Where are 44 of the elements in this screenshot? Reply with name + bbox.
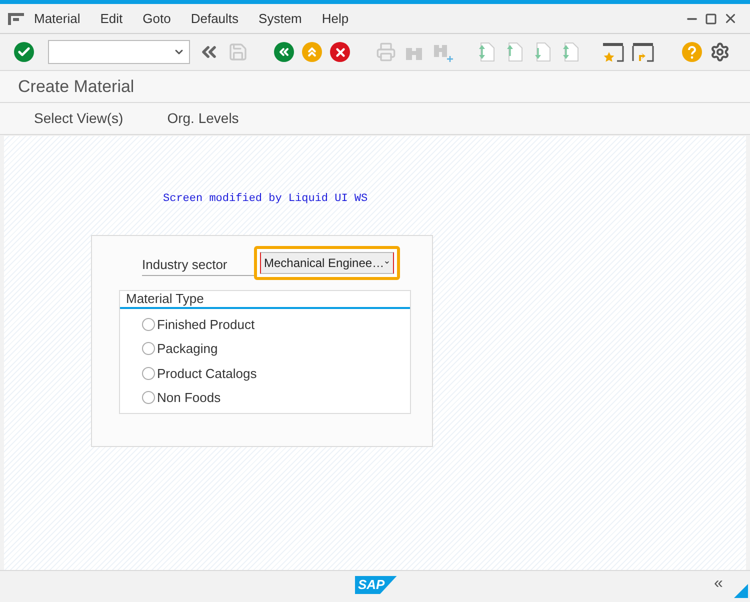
- help-icon[interactable]: [682, 42, 702, 62]
- command-field[interactable]: [48, 40, 190, 64]
- group-title: Material Type: [120, 290, 410, 308]
- menu-item[interactable]: Edit: [100, 8, 123, 28]
- next-page-icon[interactable]: [532, 41, 552, 63]
- toolbar-button[interactable]: Org. Levels: [167, 108, 239, 129]
- window-shortcut-icon[interactable]: [632, 41, 654, 63]
- menu-item[interactable]: Help: [322, 8, 349, 28]
- menu-item[interactable]: Defaults: [190, 8, 239, 28]
- up-arrows-icon: [305, 45, 319, 59]
- window-star-icon[interactable]: [602, 41, 624, 63]
- banner-text: Screen modified by Liquid UI WS: [163, 192, 368, 207]
- back-icon: [277, 45, 291, 59]
- print-icon[interactable]: [376, 42, 396, 62]
- radio-button[interactable]: [142, 318, 155, 331]
- menu-icon[interactable]: [8, 12, 24, 24]
- industry-sector-dropdown[interactable]: Mechanical Enginee…: [260, 252, 394, 274]
- menu-item[interactable]: System: [258, 8, 302, 28]
- collapse-button[interactable]: «: [714, 576, 723, 592]
- radio-label[interactable]: Non Foods: [157, 388, 221, 408]
- toolbar-button[interactable]: Select View(s): [34, 108, 124, 129]
- close-icon[interactable]: [723, 11, 738, 26]
- menu-item[interactable]: Material: [34, 8, 80, 28]
- previous-page-icon[interactable]: [504, 41, 524, 63]
- radio-button[interactable]: [142, 342, 155, 356]
- first-page-icon[interactable]: [476, 41, 496, 63]
- exit-button[interactable]: [302, 42, 322, 62]
- radio-label[interactable]: Product Catalogs: [157, 364, 257, 383]
- maximize-icon[interactable]: [705, 12, 717, 24]
- cancel-icon: [334, 46, 346, 58]
- settings-icon[interactable]: [710, 42, 730, 62]
- save-icon[interactable]: [228, 42, 248, 62]
- cancel-button[interactable]: [330, 42, 350, 62]
- enter-button[interactable]: [14, 42, 34, 62]
- check-icon: [17, 45, 31, 59]
- radio-label[interactable]: Packaging: [157, 339, 218, 358]
- menu-item[interactable]: Goto: [142, 8, 171, 28]
- sap-logo: SAP: [355, 576, 397, 594]
- screen-title: Create Material: [18, 76, 134, 98]
- radio-button[interactable]: [142, 391, 155, 404]
- back-button[interactable]: [274, 42, 294, 62]
- radio-label[interactable]: Finished Product: [157, 314, 255, 334]
- radio-button[interactable]: [142, 366, 155, 380]
- last-page-icon[interactable]: [560, 41, 580, 63]
